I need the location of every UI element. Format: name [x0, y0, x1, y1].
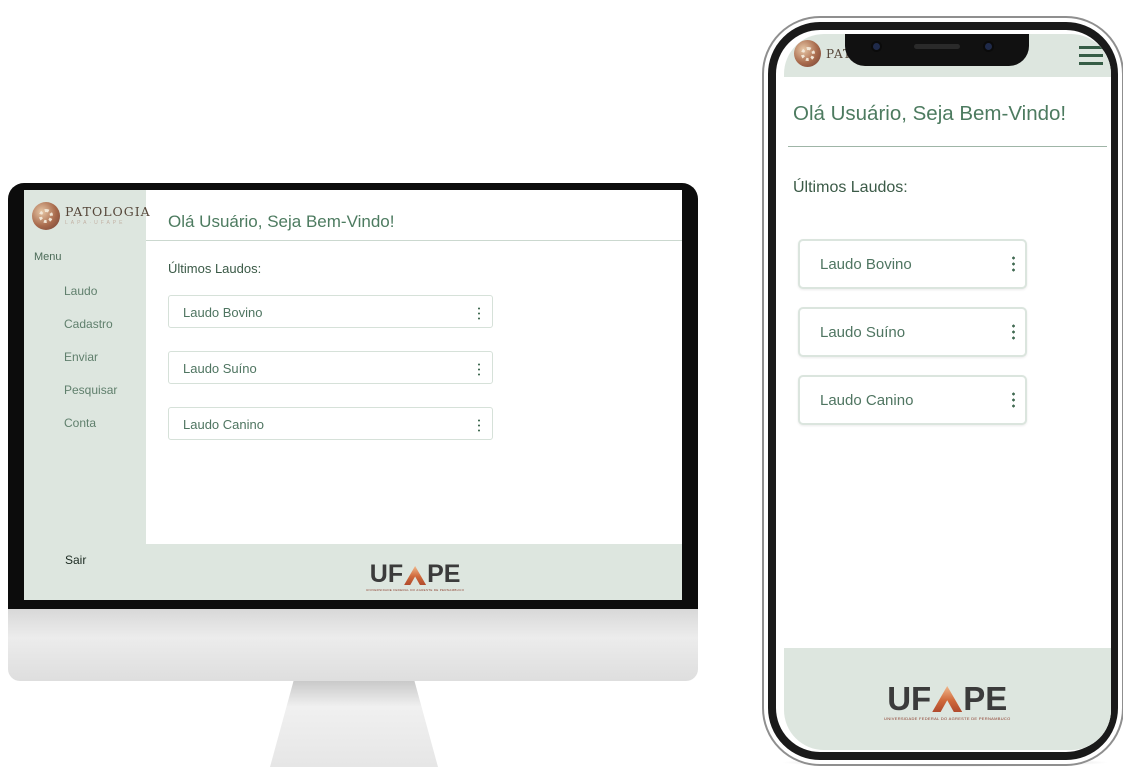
page-title: Olá Usuário, Seja Bem-Vindo! — [168, 212, 395, 231]
section-title: Últimos Laudos: — [793, 179, 908, 196]
ufape-logo: UF PE UNIVERSIDADE FEDERAL DO AGRESTE DE… — [884, 682, 1010, 721]
logo-name: PATOLOGIA — [65, 204, 151, 220]
report-card-canino[interactable]: Laudo Canino — [168, 407, 493, 440]
report-card-bovino[interactable]: Laudo Bovino — [168, 295, 493, 328]
nav-item-cadastro[interactable]: Cadastro — [64, 317, 117, 350]
front-camera-icon — [873, 43, 880, 50]
ufape-logo: UF PE UNIVERSIDADE FEDERAL DO AGRESTE DE… — [366, 562, 465, 593]
hamburger-menu-icon[interactable] — [1079, 46, 1103, 66]
kebab-menu-icon[interactable] — [1012, 255, 1015, 272]
report-card-canino[interactable]: Laudo Canino — [798, 375, 1027, 425]
ufape-a-icon — [932, 686, 963, 712]
section-title: Últimos Laudos: — [168, 261, 262, 276]
nav-item-enviar[interactable]: Enviar — [64, 350, 117, 383]
ufape-logo-right: PE — [963, 680, 1008, 717]
kebab-menu-icon[interactable] — [478, 306, 480, 320]
report-card-label: Laudo Suíno — [183, 361, 257, 376]
kebab-menu-icon[interactable] — [478, 418, 480, 432]
nav-item-pesquisar[interactable]: Pesquisar — [64, 383, 117, 416]
ufape-wordmark: UF PE — [887, 682, 1007, 715]
monitor-stand — [270, 681, 438, 767]
patologia-logo-icon — [794, 40, 821, 67]
report-card-label: Laudo Suíno — [820, 324, 906, 341]
ufape-logo-subtitle: UNIVERSIDADE FEDERAL DO AGRESTE DE PERNA… — [884, 716, 1011, 721]
ufape-logo-left: UF — [369, 560, 404, 588]
desktop-screen: PATOLOGIA LAPA·UFAPE Menu Laudo Cadastro… — [24, 190, 682, 600]
kebab-menu-icon[interactable] — [1012, 391, 1015, 408]
menu-label: Menu — [34, 251, 62, 263]
ufape-a-icon — [404, 566, 427, 585]
desktop-footer: UF PE UNIVERSIDADE FEDERAL DO AGRESTE DE… — [146, 544, 682, 600]
report-card-suino[interactable]: Laudo Suíno — [168, 351, 493, 384]
mobile-screen: PAT Olá Usuário, Seja Bem-Vindo! Últimos… — [784, 34, 1111, 750]
ufape-logo-right: PE — [427, 560, 461, 588]
title-divider — [788, 146, 1107, 147]
kebab-menu-icon[interactable] — [1012, 323, 1015, 340]
desktop-nav: Laudo Cadastro Enviar Pesquisar Conta — [64, 284, 117, 449]
mobile-logo[interactable]: PAT — [794, 40, 852, 67]
ufape-logo-left: UF — [887, 680, 932, 717]
monitor-chin — [8, 609, 698, 681]
ufape-wordmark: UF PE — [370, 562, 461, 587]
page-title: Olá Usuário, Seja Bem-Vindo! — [793, 102, 1067, 125]
patologia-logo-icon — [32, 202, 60, 230]
mobile-footer: UF PE UNIVERSIDADE FEDERAL DO AGRESTE DE… — [784, 648, 1111, 750]
desktop-logo[interactable]: PATOLOGIA LAPA·UFAPE — [32, 202, 151, 230]
nav-item-conta[interactable]: Conta — [64, 416, 117, 449]
report-card-label: Laudo Bovino — [183, 305, 263, 320]
logout-link[interactable]: Sair — [65, 553, 86, 567]
desktop-header: Olá Usuário, Seja Bem-Vindo! — [146, 190, 682, 241]
report-card-label: Laudo Canino — [820, 392, 914, 409]
logo-text: PATOLOGIA LAPA·UFAPE — [65, 206, 151, 226]
sensor-icon — [985, 43, 992, 50]
phone-notch — [845, 34, 1029, 66]
report-card-label: Laudo Bovino — [820, 256, 912, 273]
report-card-label: Laudo Canino — [183, 417, 264, 432]
desktop-sidebar: PATOLOGIA LAPA·UFAPE Menu Laudo Cadastro… — [24, 190, 150, 600]
report-card-suino[interactable]: Laudo Suíno — [798, 307, 1027, 357]
report-card-bovino[interactable]: Laudo Bovino — [798, 239, 1027, 289]
speaker-grille — [914, 44, 960, 49]
logo-subtitle: LAPA·UFAPE — [65, 219, 126, 226]
kebab-menu-icon[interactable] — [478, 362, 480, 376]
ufape-logo-subtitle: UNIVERSIDADE FEDERAL DO AGRESTE DE PERNA… — [366, 588, 465, 592]
nav-item-laudo[interactable]: Laudo — [64, 284, 117, 317]
